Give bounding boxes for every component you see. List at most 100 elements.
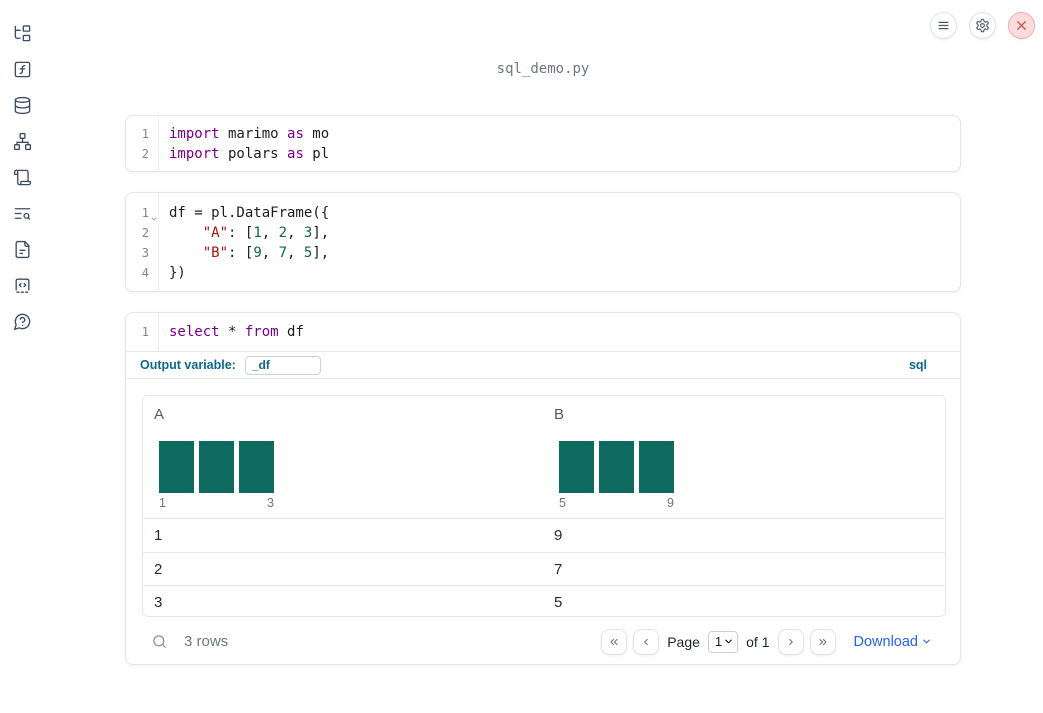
code-cell-imports[interactable]: 1 2 import marimo as mo import polars as… xyxy=(125,115,961,172)
marimo-app: sql_demo.py 1 2 import marimo as mo impo… xyxy=(0,0,1043,713)
panel-outline-button[interactable] xyxy=(8,199,36,227)
code-token: 7 xyxy=(278,245,288,261)
shutdown-button[interactable] xyxy=(1008,12,1035,39)
panel-datasources-button[interactable] xyxy=(8,91,36,119)
code-token: import xyxy=(169,126,220,142)
code-token: as xyxy=(287,146,304,162)
page-label: Page xyxy=(667,633,700,650)
code-token: mo xyxy=(303,126,330,142)
panel-snippets-button[interactable] xyxy=(8,271,36,299)
histogram-column-a[interactable] xyxy=(159,441,274,493)
row-count: 3 rows xyxy=(184,633,229,650)
next-page-button[interactable] xyxy=(777,628,804,655)
code-line: }) xyxy=(159,263,960,283)
document-icon xyxy=(14,240,30,258)
output-variable-input[interactable] xyxy=(244,355,321,375)
line-number: 1 xyxy=(141,127,149,141)
axis-min-label: 1 xyxy=(159,496,166,510)
sql-editor-row: 1 select * from df xyxy=(126,313,960,351)
gear-icon xyxy=(976,18,989,33)
table-footer: 3 rows Page 1 of 1 Download xyxy=(142,617,944,664)
panel-dependencies-button[interactable] xyxy=(8,127,36,155)
code-token: import xyxy=(169,146,220,162)
code-token: : [ xyxy=(228,245,254,261)
line-number: 4 xyxy=(141,266,149,280)
chevron-left-icon xyxy=(644,638,649,645)
panel-file-explorer-button[interactable] xyxy=(8,19,36,47)
code-token: }) xyxy=(169,265,186,281)
chevron-right-icon xyxy=(788,638,793,645)
page-select[interactable]: 1 xyxy=(707,630,739,653)
table-header: A 1 3 B 5 9 xyxy=(143,396,945,519)
column-header-b[interactable]: B 5 9 xyxy=(543,396,945,518)
settings-button[interactable] xyxy=(969,12,996,39)
code-token: , xyxy=(287,245,304,261)
sql-code-editor[interactable]: select * from df xyxy=(159,313,960,351)
page-select-value: 1 xyxy=(714,634,723,649)
line-number: 1 xyxy=(126,203,158,223)
scroll-icon xyxy=(13,169,31,185)
panel-documentation-button[interactable] xyxy=(8,235,36,263)
dataframe-table: A 1 3 B 5 9 1 9 2 7 3 5 xyxy=(142,395,946,617)
panel-help-button[interactable] xyxy=(8,307,36,335)
table-cell: 1 xyxy=(154,527,163,544)
output-variable-row: Output variable: sql xyxy=(126,351,960,378)
list-search-icon xyxy=(14,207,30,220)
table-cell: 2 xyxy=(154,560,163,578)
code-token: df xyxy=(278,324,304,340)
download-label: Download xyxy=(853,633,919,650)
code-token: from xyxy=(244,324,279,340)
output-variable-label: Output variable: xyxy=(140,358,236,372)
panel-variables-button[interactable] xyxy=(8,55,36,83)
sql-cell: 1 select * from df Output variable: sql … xyxy=(125,312,961,665)
last-page-button[interactable] xyxy=(809,628,836,655)
axis-max-label: 3 xyxy=(267,496,274,510)
footer-left: 3 rows xyxy=(151,633,228,650)
code-token: select xyxy=(169,324,220,340)
sidebar xyxy=(0,0,44,713)
code-token: ], xyxy=(312,225,330,241)
histogram-bar xyxy=(639,441,674,493)
axis-max-label: 9 xyxy=(667,496,674,510)
code-token: "B" xyxy=(202,245,229,261)
code-line: "A": [1, 2, 3], xyxy=(159,223,960,243)
axis-min-label: 5 xyxy=(559,496,566,510)
code-line: import polars as pl xyxy=(159,144,960,164)
download-button[interactable]: Download xyxy=(854,634,933,650)
function-square-icon xyxy=(14,61,30,77)
chevron-down-icon xyxy=(923,639,930,644)
code-editor[interactable]: df = pl.DataFrame({ "A": [1, 2, 3], "B":… xyxy=(159,193,960,291)
search-icon xyxy=(153,635,166,648)
histogram-bar xyxy=(199,441,234,493)
sql-output-area: A 1 3 B 5 9 1 9 2 7 3 5 3 rows Page 1 of… xyxy=(126,378,960,664)
database-icon xyxy=(14,96,30,114)
code-token: * xyxy=(219,324,245,340)
code-cell-dataframe[interactable]: 1 2 3 4 df = pl.DataFrame({ "A": [1, 2, … xyxy=(125,192,961,292)
dependency-graph-icon xyxy=(13,132,31,150)
column-header-a[interactable]: A 1 3 xyxy=(143,396,543,518)
code-token: polars xyxy=(219,146,288,162)
code-token: , xyxy=(287,225,304,241)
chevron-down-icon xyxy=(151,217,157,221)
code-line: import marimo as mo xyxy=(159,124,960,144)
file-tree-icon xyxy=(14,24,30,41)
help-bubble-icon xyxy=(13,313,30,330)
chevrons-left-icon xyxy=(610,638,618,645)
code-token: pl xyxy=(303,146,330,162)
code-token: "A" xyxy=(202,225,229,241)
code-editor[interactable]: import marimo as mo import polars as pl xyxy=(159,116,960,171)
line-number-gutter: 1 2 xyxy=(126,116,159,171)
panel-scratchpad-button[interactable] xyxy=(8,163,36,191)
histogram-column-b[interactable] xyxy=(559,441,674,493)
code-line: df = pl.DataFrame({ xyxy=(159,203,960,223)
previous-page-button[interactable] xyxy=(633,628,660,655)
notebook-filename: sql_demo.py xyxy=(496,61,590,77)
search-button[interactable] xyxy=(151,633,168,650)
first-page-button[interactable] xyxy=(601,628,628,655)
chevron-down-icon xyxy=(725,639,732,644)
table-cell: 9 xyxy=(554,527,563,544)
histogram-bar xyxy=(599,441,634,493)
menu-button[interactable] xyxy=(930,12,957,39)
